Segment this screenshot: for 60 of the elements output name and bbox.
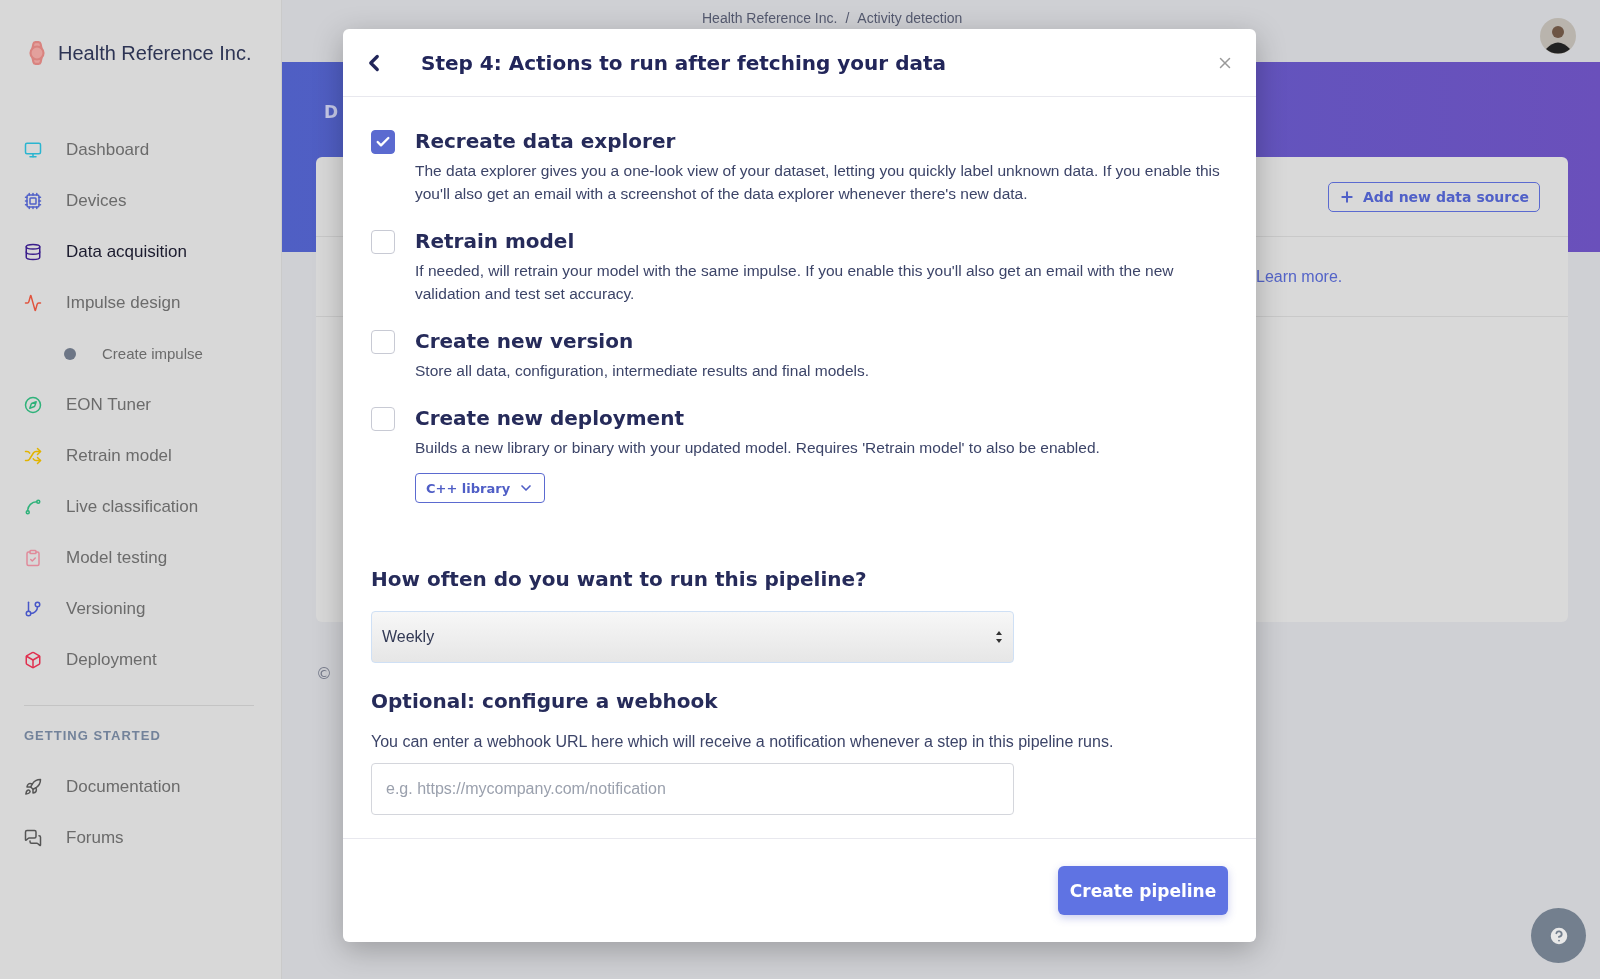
action-title: Retrain model — [415, 229, 576, 253]
cube-icon — [24, 650, 42, 669]
webhook-input[interactable]: e.g. https://mycompany.com/notification — [371, 763, 1014, 815]
learn-more-link[interactable]: Learn more. — [1256, 267, 1343, 286]
action-description: The data explorer gives you a one-look view of your dataset, letting you quickly label unknown data. If you enable this you'll also get an email with a screenshot of the data explorer whenever there's new data. — [415, 161, 1221, 204]
shuffle-icon — [24, 446, 42, 465]
help-icon — [1547, 924, 1570, 947]
action-title: Create new deployment — [415, 406, 685, 430]
checkbox[interactable] — [371, 230, 395, 254]
sidebar-item[interactable]: Versioning — [66, 598, 146, 619]
action-description: Store all data, configuration, intermediate results and final models. — [415, 361, 870, 381]
add-data-source-button[interactable]: Add new data source — [1327, 181, 1540, 212]
sidebar-item[interactable]: Documentation — [66, 776, 181, 797]
sidebar-item[interactable]: Model testing — [66, 547, 168, 568]
checkbox[interactable] — [371, 130, 395, 154]
help-button[interactable] — [1531, 908, 1586, 963]
section-heading: GETTING STARTED — [24, 728, 162, 743]
breadcrumb-item: Activity detection — [857, 10, 963, 26]
action-title: Recreate data explorer — [415, 129, 677, 153]
branch-icon — [24, 599, 42, 618]
clipboard-check-icon — [24, 548, 42, 567]
chat-bubbles-icon — [24, 828, 42, 847]
webhook-description: You can enter a webhook URL here which will receive a notification whenever a step in this pipeline runs. — [371, 733, 1115, 751]
action-title: Create new version — [415, 329, 635, 353]
section-heading: How often do you want to run this pipeline? — [371, 567, 868, 591]
action-description: If needed, will retrain your model with the same impulse. If you enable this you'll also get an email with the new validation and test set accuracy. — [415, 261, 1175, 304]
sidebar-item[interactable]: Dashboard — [66, 139, 150, 160]
sidebar-item[interactable]: Create impulse — [102, 345, 203, 362]
compass-icon — [24, 395, 42, 414]
sidebar-item[interactable]: EON Tuner — [66, 394, 152, 415]
page-title: D — [324, 102, 339, 122]
sidebar-item[interactable]: Impulse design — [66, 292, 181, 313]
footer-text: © — [316, 664, 332, 683]
brand-name: Health Reference Inc. — [58, 41, 252, 65]
breadcrumb-item: Health Reference Inc. — [702, 10, 838, 26]
database-icon — [24, 242, 42, 261]
sidebar-item[interactable]: Live classification — [66, 496, 199, 517]
library-dropdown[interactable]: C++ library — [415, 473, 546, 503]
modal-title: Step 4: Actions to run after fetching your data — [421, 50, 947, 75]
sidebar-item[interactable]: Retrain model — [66, 445, 172, 466]
curve-icon — [24, 497, 42, 516]
frequency-select[interactable]: Weekly — [371, 611, 1014, 663]
chip-icon — [24, 191, 42, 210]
rocket-icon — [24, 777, 42, 796]
checkbox[interactable] — [371, 330, 395, 354]
action-description: Builds a new library or binary with your updated model. Requires 'Retrain model' to also be enabled. — [415, 438, 1100, 458]
sidebar-item[interactable]: Data acquisition — [66, 241, 187, 262]
sidebar-item[interactable]: Deployment — [66, 649, 157, 670]
sort-arrows-icon — [995, 630, 1003, 644]
sidebar-item[interactable]: Forums — [66, 827, 124, 848]
breadcrumb-item: / — [845, 10, 850, 26]
dot-icon — [64, 347, 76, 360]
plus-icon — [1338, 188, 1355, 205]
pulse-icon — [24, 293, 42, 312]
create-pipeline-button[interactable]: Create pipeline — [1058, 866, 1228, 915]
monitor-icon — [24, 140, 42, 159]
avatar[interactable] — [1540, 18, 1576, 54]
checkbox[interactable] — [371, 407, 395, 431]
sidebar-item[interactable]: Devices — [66, 190, 127, 211]
section-heading: Optional: configure a webhook — [371, 689, 719, 713]
